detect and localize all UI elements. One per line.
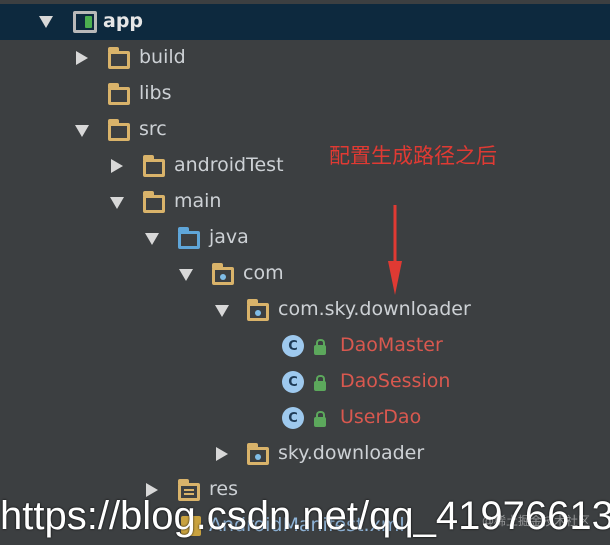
lock-icon <box>314 339 326 355</box>
annotation-text: 配置生成路径之后 <box>329 144 497 168</box>
tree-label-userdao: UserDao <box>340 406 422 428</box>
class-icon: C <box>282 371 304 393</box>
annotation-arrow-icon <box>388 205 402 295</box>
tree-row-daosession[interactable]: C DaoSession <box>0 364 610 400</box>
tree-label-com: com <box>243 262 284 284</box>
package-icon <box>212 263 234 285</box>
tree-row-com[interactable]: com <box>0 256 610 292</box>
package-icon <box>247 443 269 465</box>
faint-watermark: @稀土掘金技术社区 <box>482 514 591 528</box>
tree-label-sky-downloader: sky.downloader <box>278 442 425 464</box>
tree-row-src[interactable]: src <box>0 112 610 148</box>
tree-row-userdao[interactable]: C UserDao <box>0 400 610 436</box>
tree-label-src: src <box>139 118 167 140</box>
folder-icon <box>108 119 130 141</box>
folder-icon <box>143 155 165 177</box>
tree-row-java[interactable]: java <box>0 220 610 256</box>
tree-label-com-sky-downloader: com.sky.downloader <box>278 298 471 320</box>
collapse-arrow-icon[interactable] <box>76 51 88 65</box>
class-icon: C <box>282 407 304 429</box>
folder-icon <box>108 83 130 105</box>
tree-label-daosession: DaoSession <box>340 370 451 392</box>
folder-icon <box>143 191 165 213</box>
collapse-arrow-icon[interactable] <box>216 447 228 461</box>
expand-arrow-icon[interactable] <box>215 305 229 317</box>
tree-row-com-sky-downloader[interactable]: com.sky.downloader <box>0 292 610 328</box>
tree-row-libs[interactable]: libs <box>0 76 610 112</box>
tree-label-androidtest: androidTest <box>174 154 284 176</box>
expand-arrow-icon[interactable] <box>75 125 89 137</box>
tree-row-main[interactable]: main <box>0 184 610 220</box>
lock-icon <box>314 375 326 391</box>
package-icon <box>247 299 269 321</box>
expand-arrow-icon[interactable] <box>145 233 159 245</box>
tree-label-libs: libs <box>139 82 172 104</box>
tree-label-main: main <box>174 190 222 212</box>
source-folder-icon <box>178 227 200 249</box>
expand-arrow-icon[interactable] <box>39 16 53 28</box>
lock-icon <box>314 411 326 427</box>
project-tree: app build libs src androidTest main java… <box>0 0 610 545</box>
expand-arrow-icon[interactable] <box>179 269 193 281</box>
tree-label-build: build <box>139 46 186 68</box>
tree-row-app[interactable]: app <box>0 4 610 40</box>
expand-arrow-icon[interactable] <box>110 197 124 209</box>
tree-label-daomaster: DaoMaster <box>340 334 443 356</box>
tree-label-app: app <box>103 10 144 32</box>
class-icon: C <box>282 335 304 357</box>
tree-row-androidtest[interactable]: androidTest <box>0 148 610 184</box>
folder-icon <box>108 47 130 69</box>
collapse-arrow-icon[interactable] <box>111 159 123 173</box>
tree-row-daomaster[interactable]: C DaoMaster <box>0 328 610 364</box>
tree-label-java: java <box>209 226 249 248</box>
tree-row-sky-downloader[interactable]: sky.downloader <box>0 436 610 472</box>
tree-row-build[interactable]: build <box>0 40 610 76</box>
module-icon <box>73 11 97 33</box>
